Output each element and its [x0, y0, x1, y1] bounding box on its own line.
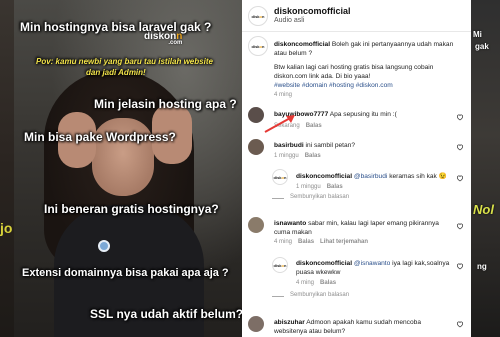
caption-2b: dan jadi Admin! — [86, 68, 146, 77]
header-avatar-logo: diskon — [251, 13, 265, 19]
caption-text-2: Btw kalian lagi cari hosting gratis bisa… — [274, 64, 434, 80]
hide-replies-line — [272, 296, 284, 297]
backdrop-right-text-2: gak — [475, 42, 489, 51]
translate-button[interactable]: Lihat terjemahan — [320, 239, 368, 245]
comment-avatar[interactable] — [248, 316, 264, 332]
reply-username[interactable]: diskoncomofficial — [296, 260, 352, 267]
caption-6: Extensi domainnya bisa pakai apa aja ? — [22, 267, 229, 279]
comment-time: 1 minggu — [274, 153, 299, 159]
hide-replies-line — [272, 198, 284, 199]
reply-text: keramas sih kak 😉 — [387, 173, 447, 180]
backdrop-right-text-4: ng — [477, 262, 487, 271]
comment-username[interactable]: isnawanto — [274, 220, 306, 227]
reply-username[interactable]: diskoncomofficial — [296, 173, 352, 180]
comment-meta: 1 minggu Balas — [274, 153, 321, 159]
reply-avatar[interactable]: diskon — [272, 257, 288, 273]
heart-icon[interactable] — [456, 320, 464, 328]
heart-icon[interactable] — [456, 174, 464, 182]
backdrop-right-text-1: Mi — [473, 30, 482, 39]
reply-button[interactable]: Balas — [327, 184, 343, 190]
caption-2a: Pov: kamu newbi yang baru tau istilah we… — [36, 57, 213, 66]
heart-icon[interactable] — [456, 222, 464, 230]
caption-7: SSL nya udah aktif belum? — [90, 307, 242, 321]
caption-body: diskoncomofficial Boleh gak ini pertanya… — [274, 40, 462, 58]
comment-body: basirbudi ini sambil petan? — [274, 141, 454, 150]
caption-hashtags[interactable]: #website #domain #hosting #diskon.com — [274, 81, 462, 90]
comment-body: bayuwibowo7777 Apa sepusing itu min :( — [274, 110, 454, 119]
comment-text: Apa sepusing itu min :( — [328, 111, 397, 118]
caption-avatar[interactable]: diskon — [248, 36, 268, 56]
reply-button[interactable]: Balas — [320, 280, 336, 286]
reply-body: diskoncomofficial @basirbudi keramas sih… — [296, 172, 456, 181]
caption-5: Ini beneran gratis hostingnya? — [44, 202, 219, 216]
backdrop-left-text: jo — [0, 220, 13, 236]
caption-username[interactable]: diskoncomofficial — [274, 41, 330, 48]
caption-avatar-logo: diskon — [251, 43, 265, 49]
backdrop-right: Mi gak Nol ng — [471, 0, 500, 337]
reply-time: 1 minggu — [296, 184, 321, 190]
reply-button[interactable]: Balas — [305, 153, 321, 159]
reply-time: 4 ming — [296, 280, 315, 286]
comment-body: isnawanto sabar min, kalau lagi laper em… — [274, 219, 454, 237]
reply-meta: 4 ming Balas — [296, 280, 336, 286]
reply-body: diskoncomofficial @isnawanto iya lagi ka… — [296, 259, 456, 277]
comment-username[interactable]: abiszuhar — [274, 319, 305, 326]
reply-meta: 1 minggu Balas — [296, 184, 343, 190]
comments-panel[interactable]: diskon diskoncomofficial Audio asli disk… — [242, 0, 471, 337]
comment-avatar[interactable] — [248, 139, 264, 155]
caption-time: 4 ming — [274, 92, 293, 98]
comment-avatar[interactable] — [248, 217, 264, 233]
reply-button[interactable]: Balas — [306, 123, 322, 129]
header-username[interactable]: diskoncomofficial — [274, 6, 351, 16]
caption-3: Min jelasin hosting apa ? — [94, 97, 237, 111]
shirt-logo-icon — [98, 240, 110, 252]
hide-replies-button[interactable]: Sembunyikan balasan — [290, 194, 349, 200]
heart-icon[interactable] — [456, 113, 464, 121]
screen: jo diskonn .com Min hostingnya bisa larav… — [0, 0, 500, 337]
backdrop-right-text-3: Nol — [473, 202, 494, 217]
reply-mention[interactable]: @isnawanto — [354, 260, 390, 267]
caption-4: Min bisa pake Wordpress? — [24, 130, 176, 144]
post-header: diskon diskoncomofficial Audio asli — [242, 0, 471, 32]
heart-icon[interactable] — [456, 143, 464, 151]
reply-avatar-logo: diskon — [273, 174, 287, 180]
reply-avatar-logo: diskon — [273, 262, 287, 268]
header-audio[interactable]: Audio asli — [274, 17, 304, 24]
comment-text: ini sambil petan? — [303, 142, 356, 149]
reel-video[interactable]: diskonn .com Min hostingnya bisa laravel … — [14, 0, 242, 337]
header-avatar[interactable]: diskon — [248, 6, 268, 26]
reply-button[interactable]: Balas — [298, 239, 314, 245]
hide-replies-button[interactable]: Sembunyikan balasan — [290, 292, 349, 298]
comment-meta: 4 ming Balas Lihat terjemahan — [274, 239, 368, 245]
reply-avatar[interactable]: diskon — [272, 169, 288, 185]
caption-1: Min hostingnya bisa laravel gak ? — [20, 20, 212, 34]
pointer-arrow-icon — [264, 115, 295, 133]
comment-time: 4 ming — [274, 239, 293, 245]
comment-username[interactable]: basirbudi — [274, 142, 304, 149]
reply-mention[interactable]: @basirbudi — [354, 173, 387, 180]
heart-icon[interactable] — [456, 262, 464, 270]
comment-body: abiszuhar Admoon apakah kamu sudah menco… — [274, 318, 454, 336]
backdrop-left: jo — [0, 0, 14, 337]
